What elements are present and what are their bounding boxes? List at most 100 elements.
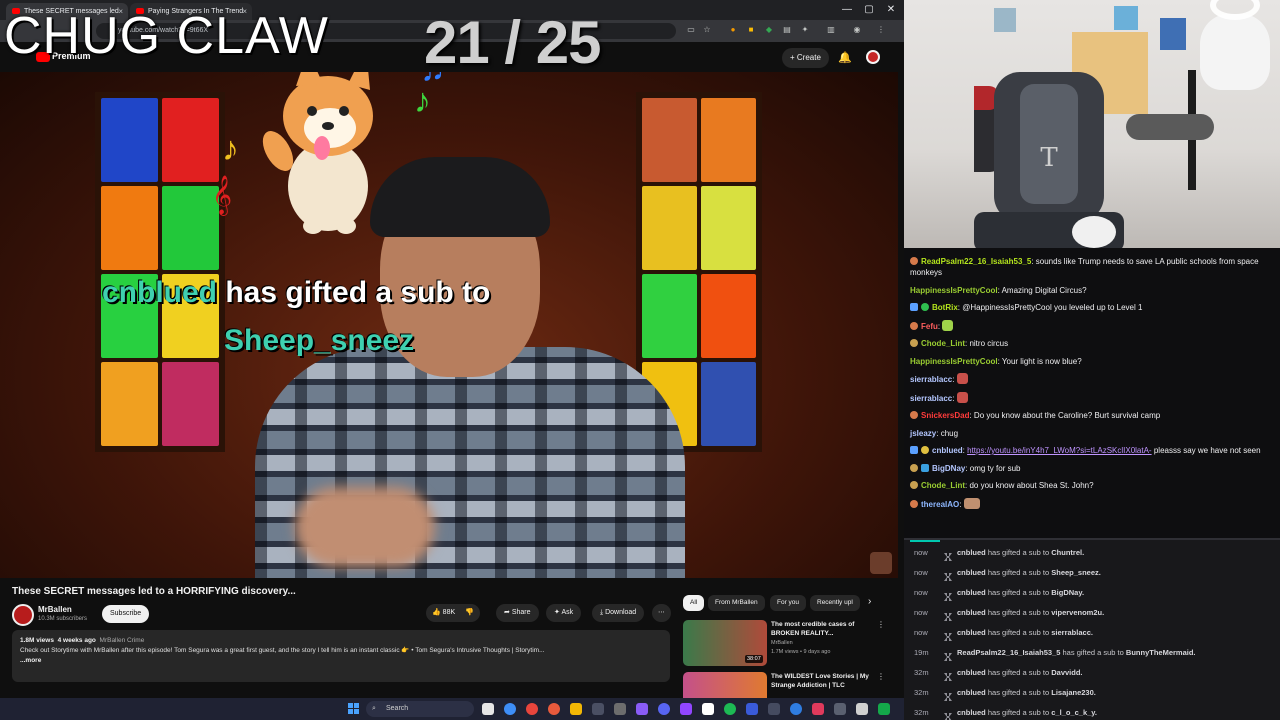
app-icon[interactable] [812, 703, 824, 715]
app-icon[interactable] [790, 703, 802, 715]
channel-name[interactable]: MrBallen [38, 605, 72, 614]
suggested-title[interactable]: The most credible cases of BROKEN REALIT… [771, 620, 871, 638]
sparkle-icon: ✦ [554, 609, 560, 616]
notifications-bell-icon[interactable]: 🔔 [838, 51, 852, 64]
recipient[interactable]: vipervenom2u. [1051, 608, 1104, 617]
chat-username[interactable]: Chode_Lint [921, 339, 965, 348]
recipient[interactable]: c_l_o_c_k_y. [1051, 708, 1097, 717]
chat-username[interactable]: sierrablacc [910, 394, 952, 403]
task-view-icon[interactable] [482, 703, 494, 715]
subscribe-button[interactable]: Subscribe [102, 605, 150, 623]
chip-recently-uploaded[interactable]: Recently upl [810, 595, 860, 611]
recipient[interactable]: Lisajane230. [1051, 688, 1096, 697]
recipient[interactable]: Sheep_sneez. [1051, 568, 1101, 577]
chat-username[interactable]: Fefu [921, 322, 938, 331]
menu-kebab-icon[interactable]: ⋮ [876, 25, 886, 35]
ask-button[interactable]: ✦ Ask [546, 604, 582, 622]
chip-from-channel[interactable]: From MrBallen [708, 595, 765, 611]
search-label: Search [386, 705, 409, 712]
description-box[interactable]: 1.8M views 4 weeks ago MrBallen Crime Ch… [12, 630, 670, 682]
suggested-channel[interactable]: MrBallen [771, 640, 793, 646]
more-vertical-icon[interactable]: ⋮ [877, 672, 885, 681]
app-icon[interactable] [636, 703, 648, 715]
chrome-icon[interactable] [526, 703, 538, 715]
gifter[interactable]: ReadPsalm22_16_Isaiah53_5 [957, 648, 1060, 657]
chip-for-you[interactable]: For you [770, 595, 807, 611]
suggested-video[interactable]: The WILDEST Love Stories | My Strange Ad… [683, 672, 893, 698]
extension-icon[interactable]: ◆ [764, 25, 774, 35]
recipient[interactable]: Chuntrel. [1051, 548, 1084, 557]
video-player[interactable]: ♫ ♪ ♪ 𝄞 cnblued has gifted a sub to Shee… [0, 72, 898, 578]
share-button[interactable]: ➦ Share [496, 604, 539, 622]
spotify-icon[interactable] [724, 703, 736, 715]
taskbar-search[interactable]: ⌕ Search [366, 701, 474, 717]
more-actions-button[interactable]: ⋯ [652, 604, 671, 622]
windows-start-icon[interactable] [348, 703, 360, 715]
minimize-button[interactable]: — [836, 2, 858, 18]
twitch-icon[interactable] [680, 703, 692, 715]
create-button[interactable]: + Create [782, 48, 829, 68]
chat-username[interactable]: sierrablacc [910, 375, 952, 384]
chat-username[interactable]: jsleazy [910, 429, 936, 438]
chat-username[interactable]: ReadPsalm22_16_Isaiah53_5 [921, 257, 1031, 266]
recipient[interactable]: sierrablacc. [1051, 628, 1093, 637]
chat-username[interactable]: therealAO [921, 500, 959, 509]
chat-username[interactable]: HappinessIsPrettyCool [910, 357, 998, 366]
file-explorer-icon[interactable] [570, 703, 582, 715]
suggested-title[interactable]: The WILDEST Love Stories | My Strange Ad… [771, 672, 871, 690]
chat-username[interactable]: BotRix [932, 303, 958, 312]
channel-avatar[interactable] [12, 604, 34, 626]
account-avatar[interactable] [866, 50, 880, 64]
app-icon[interactable] [768, 703, 780, 715]
chat-username[interactable]: HappinessIsPrettyCool [910, 286, 998, 295]
video-thumbnail[interactable] [683, 672, 767, 698]
bookmark-star-icon[interactable]: ☆ [702, 25, 712, 35]
extensions-puzzle-icon[interactable]: ✦ [800, 25, 810, 35]
recipient[interactable]: BunnyTheMermaid. [1126, 648, 1196, 657]
app-icon[interactable] [702, 703, 714, 715]
suggested-video[interactable]: 38:07 The most credible cases of BROKEN … [683, 620, 893, 668]
copilot-icon[interactable] [504, 703, 516, 715]
app-icon[interactable] [878, 703, 890, 715]
recipient[interactable]: BigDNay. [1051, 588, 1084, 597]
chip-all[interactable]: All [683, 595, 705, 611]
extension-icon[interactable]: ▤ [782, 25, 792, 35]
chat-username[interactable]: Chode_Lint [921, 481, 965, 490]
video-category[interactable]: MrBallen Crime [100, 637, 145, 644]
gifter[interactable]: cnblued [957, 688, 986, 697]
show-more-link[interactable]: ...more [20, 656, 662, 666]
chat-username[interactable]: BigDNay [932, 464, 965, 473]
chat-username[interactable]: cnblued [932, 446, 963, 455]
gifter[interactable]: cnblued [957, 588, 986, 597]
chrome-profile-icon[interactable] [548, 703, 560, 715]
gifter[interactable]: cnblued [957, 548, 986, 557]
gifter[interactable]: cnblued [957, 628, 986, 637]
subscriber-count: 10.3M subscribers [38, 616, 88, 622]
app-icon[interactable] [614, 703, 626, 715]
chevron-right-icon[interactable]: › [868, 596, 871, 607]
download-button[interactable]: ⤓ Download [592, 604, 645, 622]
chat-username[interactable]: SnickersDad [921, 411, 969, 420]
gifter[interactable]: cnblued [957, 608, 986, 617]
channel-watermark-icon[interactable] [870, 552, 892, 574]
app-icon[interactable] [592, 703, 604, 715]
more-vertical-icon[interactable]: ⋮ [877, 620, 885, 629]
extension-icon[interactable]: ■ [746, 25, 756, 35]
app-icon[interactable] [856, 703, 868, 715]
recipient[interactable]: Davvidd. [1051, 668, 1082, 677]
app-icon[interactable] [834, 703, 846, 715]
install-app-icon[interactable]: ▭ [686, 25, 696, 35]
gifter[interactable]: cnblued [957, 668, 986, 677]
extension-icon[interactable]: ● [728, 25, 738, 35]
sidepanel-icon[interactable]: ▥ [826, 25, 836, 35]
like-button[interactable]: 👍 88K 👎 [426, 604, 480, 622]
app-icon[interactable] [746, 703, 758, 715]
maximize-button[interactable]: ▢ [858, 2, 880, 18]
close-window-button[interactable]: ✕ [880, 2, 902, 18]
wall-poster [994, 8, 1016, 32]
gifter[interactable]: cnblued [957, 568, 986, 577]
profile-icon[interactable]: ◉ [852, 25, 862, 35]
discord-icon[interactable] [658, 703, 670, 715]
gifter[interactable]: cnblued [957, 708, 986, 717]
chat-link[interactable]: https://youtu.be/inY4h7_LWoM?si=tLAzSKcl… [967, 446, 1151, 455]
